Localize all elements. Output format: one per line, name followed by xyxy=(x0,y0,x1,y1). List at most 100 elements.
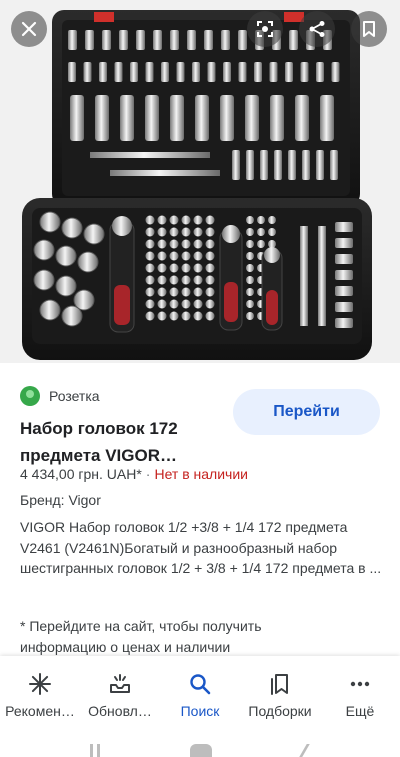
mini-socket xyxy=(205,263,215,273)
system-recents-icon[interactable] xyxy=(90,744,93,757)
deep-socket xyxy=(220,95,234,141)
adapter xyxy=(335,238,353,248)
close-icon xyxy=(21,21,37,37)
bit-socket xyxy=(221,30,230,50)
bookmark-icon xyxy=(363,21,375,37)
mini-socket xyxy=(157,287,167,297)
mini-socket xyxy=(193,215,203,225)
share-icon xyxy=(309,21,325,37)
mini-socket xyxy=(169,263,179,273)
large-socket xyxy=(83,223,105,245)
mini-socket xyxy=(145,215,155,225)
small-socket xyxy=(269,62,278,82)
deep-socket xyxy=(270,95,284,141)
mini-socket xyxy=(193,263,203,273)
small-socket xyxy=(223,62,231,82)
bit-socket xyxy=(119,30,128,50)
mini-socket xyxy=(169,275,179,285)
adapter xyxy=(335,318,353,328)
deep-socket-small xyxy=(232,150,240,180)
bit-socket xyxy=(136,30,145,50)
small-socket xyxy=(83,62,92,82)
mini-socket xyxy=(205,227,215,237)
mini-socket xyxy=(169,311,179,321)
system-home-icon[interactable] xyxy=(190,744,212,757)
stock-status: Нет в наличии xyxy=(154,466,248,482)
deep-socket xyxy=(195,95,209,141)
nav-item-recommendations[interactable]: Рекомен… xyxy=(0,656,80,736)
large-socket xyxy=(33,239,55,261)
large-socket xyxy=(61,217,83,239)
mini-socket xyxy=(193,251,203,261)
mini-socket xyxy=(246,300,254,308)
small-socket xyxy=(285,62,293,82)
updates-icon xyxy=(110,674,130,693)
mini-socket xyxy=(193,239,203,249)
visit-button[interactable]: Перейти xyxy=(233,389,380,435)
mini-socket xyxy=(145,263,155,273)
nav-item-updates[interactable]: Обновл… xyxy=(80,656,160,736)
mini-socket xyxy=(205,275,215,285)
bit-socket xyxy=(102,30,111,50)
deep-socket-small xyxy=(246,150,254,180)
mini-socket xyxy=(181,227,191,237)
socket-set-photo xyxy=(22,10,372,360)
mini-socket xyxy=(193,311,203,321)
large-socket xyxy=(33,269,55,291)
deep-socket-small xyxy=(274,150,282,180)
result-title[interactable]: Набор головок 172 предмета VIGOR… xyxy=(20,415,225,469)
mini-socket xyxy=(181,299,191,309)
system-back-icon[interactable] xyxy=(299,744,310,757)
share-button[interactable] xyxy=(299,11,335,47)
mini-socket xyxy=(181,251,191,261)
nav-label-collections: Подборки xyxy=(248,703,312,719)
nav-label-more: Ещё xyxy=(345,703,375,719)
small-socket xyxy=(316,62,324,82)
mini-socket xyxy=(181,287,191,297)
mini-socket xyxy=(193,227,203,237)
nav-item-more[interactable]: Ещё xyxy=(320,656,400,736)
mini-socket xyxy=(193,275,203,285)
mini-socket xyxy=(246,312,254,320)
mini-socket xyxy=(193,287,203,297)
lens-button[interactable] xyxy=(247,11,283,47)
price-row: 4 434,00 грн. UAH* · Нет в наличии xyxy=(20,466,248,482)
deep-socket-small xyxy=(330,150,338,180)
mini-socket xyxy=(181,239,191,249)
large-socket xyxy=(55,275,77,297)
source-row[interactable]: Розетка xyxy=(20,386,100,406)
small-socket xyxy=(114,62,123,82)
deep-socket xyxy=(295,95,309,141)
mini-socket xyxy=(205,239,215,249)
mini-socket xyxy=(205,215,215,225)
adapter xyxy=(335,270,353,280)
mini-socket xyxy=(205,251,215,261)
deep-socket xyxy=(120,95,134,141)
mini-socket xyxy=(157,251,167,261)
save-button[interactable] xyxy=(351,11,387,47)
bit-socket xyxy=(238,30,247,50)
bit-socket xyxy=(85,30,94,50)
deep-socket xyxy=(170,95,184,141)
deep-socket-small xyxy=(316,150,324,180)
nav-item-search[interactable]: Поиск xyxy=(160,656,240,736)
search-icon xyxy=(190,674,211,695)
nav-label-search: Поиск xyxy=(180,703,220,719)
mini-socket xyxy=(246,240,254,248)
mini-socket xyxy=(268,216,276,224)
small-socket xyxy=(161,62,169,82)
close-button[interactable] xyxy=(11,11,47,47)
bottom-nav: Рекомен… Обновл… Поиск Подборки Ещё xyxy=(0,656,400,736)
product-image[interactable] xyxy=(0,0,400,363)
deep-socket-small xyxy=(302,150,310,180)
more-icon xyxy=(350,681,370,687)
bit-socket xyxy=(68,30,77,50)
separator: · xyxy=(145,466,151,482)
mini-socket xyxy=(157,299,167,309)
large-socket xyxy=(55,245,77,267)
mini-socket xyxy=(205,311,215,321)
small-socket xyxy=(145,62,154,82)
mini-socket xyxy=(257,240,265,248)
large-socket xyxy=(61,305,83,327)
nav-item-collections[interactable]: Подборки xyxy=(240,656,320,736)
